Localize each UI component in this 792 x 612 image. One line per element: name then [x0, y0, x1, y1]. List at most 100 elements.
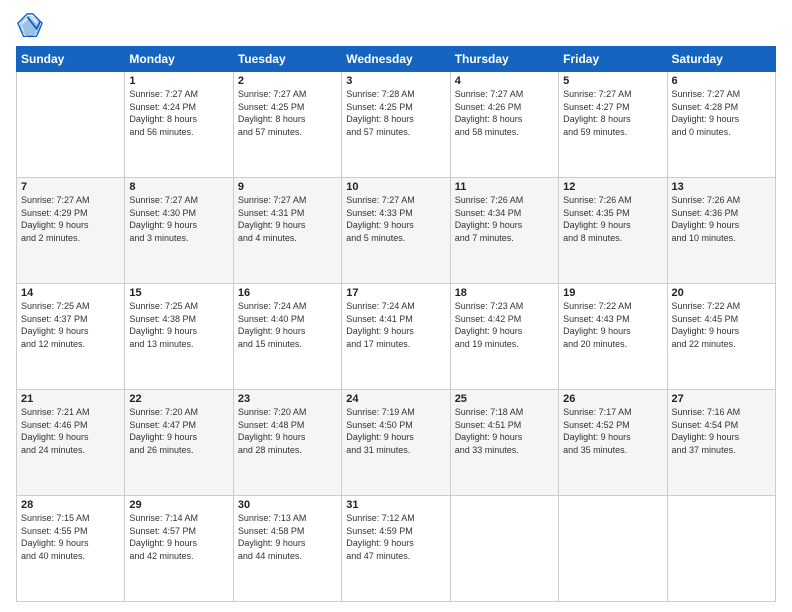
day-info: Sunrise: 7:26 AM Sunset: 4:36 PM Dayligh… [672, 194, 771, 244]
day-header-thursday: Thursday [450, 47, 558, 72]
day-number: 30 [238, 499, 337, 511]
day-info: Sunrise: 7:20 AM Sunset: 4:48 PM Dayligh… [238, 406, 337, 456]
day-number: 11 [455, 181, 554, 193]
day-header-tuesday: Tuesday [233, 47, 341, 72]
calendar-cell: 7Sunrise: 7:27 AM Sunset: 4:29 PM Daylig… [17, 178, 125, 284]
calendar-cell [667, 496, 775, 602]
day-info: Sunrise: 7:26 AM Sunset: 4:35 PM Dayligh… [563, 194, 662, 244]
day-info: Sunrise: 7:24 AM Sunset: 4:41 PM Dayligh… [346, 300, 445, 350]
day-number: 28 [21, 499, 120, 511]
day-info: Sunrise: 7:27 AM Sunset: 4:31 PM Dayligh… [238, 194, 337, 244]
calendar-cell: 25Sunrise: 7:18 AM Sunset: 4:51 PM Dayli… [450, 390, 558, 496]
header [16, 12, 776, 40]
logo [16, 12, 48, 40]
day-number: 25 [455, 393, 554, 405]
day-info: Sunrise: 7:27 AM Sunset: 4:27 PM Dayligh… [563, 88, 662, 138]
day-number: 2 [238, 75, 337, 87]
days-header-row: SundayMondayTuesdayWednesdayThursdayFrid… [17, 47, 776, 72]
day-info: Sunrise: 7:22 AM Sunset: 4:45 PM Dayligh… [672, 300, 771, 350]
day-number: 15 [129, 287, 228, 299]
calendar-cell: 19Sunrise: 7:22 AM Sunset: 4:43 PM Dayli… [559, 284, 667, 390]
day-info: Sunrise: 7:13 AM Sunset: 4:58 PM Dayligh… [238, 512, 337, 562]
calendar-cell: 9Sunrise: 7:27 AM Sunset: 4:31 PM Daylig… [233, 178, 341, 284]
calendar-cell [450, 496, 558, 602]
day-info: Sunrise: 7:25 AM Sunset: 4:37 PM Dayligh… [21, 300, 120, 350]
calendar-header: SundayMondayTuesdayWednesdayThursdayFrid… [17, 47, 776, 72]
day-info: Sunrise: 7:19 AM Sunset: 4:50 PM Dayligh… [346, 406, 445, 456]
calendar-cell: 2Sunrise: 7:27 AM Sunset: 4:25 PM Daylig… [233, 72, 341, 178]
calendar-cell: 21Sunrise: 7:21 AM Sunset: 4:46 PM Dayli… [17, 390, 125, 496]
calendar-cell: 18Sunrise: 7:23 AM Sunset: 4:42 PM Dayli… [450, 284, 558, 390]
day-info: Sunrise: 7:15 AM Sunset: 4:55 PM Dayligh… [21, 512, 120, 562]
day-info: Sunrise: 7:27 AM Sunset: 4:26 PM Dayligh… [455, 88, 554, 138]
calendar-cell: 6Sunrise: 7:27 AM Sunset: 4:28 PM Daylig… [667, 72, 775, 178]
calendar-cell: 23Sunrise: 7:20 AM Sunset: 4:48 PM Dayli… [233, 390, 341, 496]
day-info: Sunrise: 7:12 AM Sunset: 4:59 PM Dayligh… [346, 512, 445, 562]
day-number: 6 [672, 75, 771, 87]
calendar-cell: 8Sunrise: 7:27 AM Sunset: 4:30 PM Daylig… [125, 178, 233, 284]
day-info: Sunrise: 7:20 AM Sunset: 4:47 PM Dayligh… [129, 406, 228, 456]
day-number: 24 [346, 393, 445, 405]
calendar-cell: 27Sunrise: 7:16 AM Sunset: 4:54 PM Dayli… [667, 390, 775, 496]
day-header-monday: Monday [125, 47, 233, 72]
calendar-week-row: 1Sunrise: 7:27 AM Sunset: 4:24 PM Daylig… [17, 72, 776, 178]
day-number: 22 [129, 393, 228, 405]
calendar-week-row: 28Sunrise: 7:15 AM Sunset: 4:55 PM Dayli… [17, 496, 776, 602]
calendar-body: 1Sunrise: 7:27 AM Sunset: 4:24 PM Daylig… [17, 72, 776, 602]
calendar-cell: 30Sunrise: 7:13 AM Sunset: 4:58 PM Dayli… [233, 496, 341, 602]
day-number: 31 [346, 499, 445, 511]
calendar-week-row: 14Sunrise: 7:25 AM Sunset: 4:37 PM Dayli… [17, 284, 776, 390]
day-number: 17 [346, 287, 445, 299]
day-info: Sunrise: 7:16 AM Sunset: 4:54 PM Dayligh… [672, 406, 771, 456]
calendar-cell: 16Sunrise: 7:24 AM Sunset: 4:40 PM Dayli… [233, 284, 341, 390]
calendar-cell: 31Sunrise: 7:12 AM Sunset: 4:59 PM Dayli… [342, 496, 450, 602]
day-info: Sunrise: 7:25 AM Sunset: 4:38 PM Dayligh… [129, 300, 228, 350]
calendar-week-row: 7Sunrise: 7:27 AM Sunset: 4:29 PM Daylig… [17, 178, 776, 284]
day-number: 10 [346, 181, 445, 193]
calendar-cell: 13Sunrise: 7:26 AM Sunset: 4:36 PM Dayli… [667, 178, 775, 284]
day-info: Sunrise: 7:24 AM Sunset: 4:40 PM Dayligh… [238, 300, 337, 350]
calendar-cell: 20Sunrise: 7:22 AM Sunset: 4:45 PM Dayli… [667, 284, 775, 390]
calendar-cell: 26Sunrise: 7:17 AM Sunset: 4:52 PM Dayli… [559, 390, 667, 496]
calendar-cell: 5Sunrise: 7:27 AM Sunset: 4:27 PM Daylig… [559, 72, 667, 178]
calendar-cell: 1Sunrise: 7:27 AM Sunset: 4:24 PM Daylig… [125, 72, 233, 178]
calendar-cell [559, 496, 667, 602]
calendar-cell: 29Sunrise: 7:14 AM Sunset: 4:57 PM Dayli… [125, 496, 233, 602]
calendar-cell: 12Sunrise: 7:26 AM Sunset: 4:35 PM Dayli… [559, 178, 667, 284]
day-number: 3 [346, 75, 445, 87]
calendar-cell: 4Sunrise: 7:27 AM Sunset: 4:26 PM Daylig… [450, 72, 558, 178]
day-number: 18 [455, 287, 554, 299]
day-number: 16 [238, 287, 337, 299]
logo-icon [16, 12, 44, 40]
calendar-table: SundayMondayTuesdayWednesdayThursdayFrid… [16, 46, 776, 602]
calendar-cell: 15Sunrise: 7:25 AM Sunset: 4:38 PM Dayli… [125, 284, 233, 390]
day-number: 14 [21, 287, 120, 299]
day-number: 9 [238, 181, 337, 193]
calendar-cell: 3Sunrise: 7:28 AM Sunset: 4:25 PM Daylig… [342, 72, 450, 178]
day-number: 12 [563, 181, 662, 193]
day-info: Sunrise: 7:28 AM Sunset: 4:25 PM Dayligh… [346, 88, 445, 138]
day-header-wednesday: Wednesday [342, 47, 450, 72]
day-number: 23 [238, 393, 337, 405]
day-number: 21 [21, 393, 120, 405]
day-number: 5 [563, 75, 662, 87]
day-info: Sunrise: 7:22 AM Sunset: 4:43 PM Dayligh… [563, 300, 662, 350]
day-number: 19 [563, 287, 662, 299]
calendar-cell [17, 72, 125, 178]
day-number: 1 [129, 75, 228, 87]
page: SundayMondayTuesdayWednesdayThursdayFrid… [0, 0, 792, 612]
day-number: 7 [21, 181, 120, 193]
calendar-cell: 24Sunrise: 7:19 AM Sunset: 4:50 PM Dayli… [342, 390, 450, 496]
day-number: 29 [129, 499, 228, 511]
day-info: Sunrise: 7:23 AM Sunset: 4:42 PM Dayligh… [455, 300, 554, 350]
day-number: 8 [129, 181, 228, 193]
day-number: 26 [563, 393, 662, 405]
calendar-cell: 10Sunrise: 7:27 AM Sunset: 4:33 PM Dayli… [342, 178, 450, 284]
day-info: Sunrise: 7:21 AM Sunset: 4:46 PM Dayligh… [21, 406, 120, 456]
day-info: Sunrise: 7:27 AM Sunset: 4:33 PM Dayligh… [346, 194, 445, 244]
day-header-saturday: Saturday [667, 47, 775, 72]
calendar-cell: 11Sunrise: 7:26 AM Sunset: 4:34 PM Dayli… [450, 178, 558, 284]
day-info: Sunrise: 7:27 AM Sunset: 4:30 PM Dayligh… [129, 194, 228, 244]
calendar-cell: 14Sunrise: 7:25 AM Sunset: 4:37 PM Dayli… [17, 284, 125, 390]
calendar-cell: 17Sunrise: 7:24 AM Sunset: 4:41 PM Dayli… [342, 284, 450, 390]
